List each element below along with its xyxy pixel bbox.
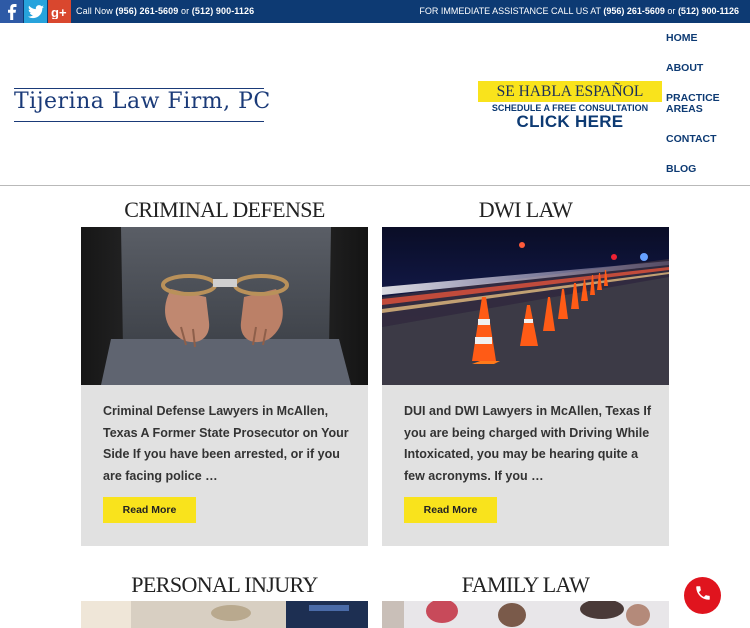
top-bar: g+ Call Now (956) 261-5609 or (512) 900-… — [0, 0, 750, 23]
card-body-dwi-law: DUI and DWI Lawyers in McAllen, Texas If… — [382, 385, 669, 546]
card-excerpt: Criminal Defense Lawyers in McAllen, Tex… — [103, 404, 349, 483]
assist-phone-link-1[interactable]: (956) 261-5609 — [603, 6, 665, 16]
card-excerpt: DUI and DWI Lawyers in McAllen, Texas If… — [404, 404, 652, 483]
read-more-button[interactable]: Read More — [103, 497, 196, 523]
call-now-label: Call Now — [76, 6, 116, 16]
phone-link-1[interactable]: (956) 261-5609 — [115, 6, 178, 16]
call-button[interactable] — [684, 577, 721, 614]
card-body-criminal-defense: Criminal Defense Lawyers in McAllen, Tex… — [81, 385, 368, 546]
card-title-family-law[interactable]: FAMILY LAW — [382, 572, 669, 598]
card-title-dwi-law[interactable]: DWI LAW — [382, 197, 669, 223]
logo-rule-bottom — [14, 121, 264, 122]
click-here-link[interactable]: CLICK HERE — [478, 112, 662, 132]
card-title-personal-injury[interactable]: PERSONAL INJURY — [81, 572, 368, 598]
google-plus-icon[interactable]: g+ — [48, 0, 71, 23]
card-title-criminal-defense[interactable]: CRIMINAL DEFENSE — [81, 197, 368, 223]
nav-contact[interactable]: CONTACT — [666, 134, 717, 145]
or-text: or — [664, 6, 678, 16]
nav-practice-label-2: AREAS — [666, 103, 703, 115]
or-text: or — [178, 6, 192, 16]
nav-blog[interactable]: BLOG — [666, 164, 696, 175]
assistance-label: FOR IMMEDIATE ASSISTANCE CALL US AT — [419, 6, 604, 16]
traffic-cones-image[interactable] — [382, 227, 669, 385]
phone-icon — [694, 584, 712, 607]
site-logo[interactable]: Tijerina Law Firm, PC — [14, 89, 270, 114]
assistance-text: FOR IMMEDIATE ASSISTANCE CALL US AT (956… — [419, 6, 739, 16]
family-law-image[interactable] — [382, 601, 669, 628]
facebook-icon[interactable] — [0, 0, 23, 23]
call-now-text: Call Now (956) 261-5609 or (512) 900-112… — [76, 6, 254, 16]
spanish-banner: SE HABLA ESPAÑOL — [478, 81, 662, 102]
nav-home[interactable]: HOME — [666, 33, 698, 44]
assist-phone-link-2[interactable]: (512) 900-1126 — [678, 6, 739, 16]
nav-about[interactable]: ABOUT — [666, 63, 703, 74]
read-more-button[interactable]: Read More — [404, 497, 497, 523]
site-header: Tijerina Law Firm, PC SE HABLA ESPAÑOL S… — [0, 23, 750, 186]
handcuffs-image[interactable] — [81, 227, 368, 385]
twitter-icon[interactable] — [24, 0, 47, 23]
nav-practice-areas[interactable]: PRACTICE AREAS — [666, 93, 720, 115]
personal-injury-image[interactable] — [81, 601, 368, 628]
phone-link-2[interactable]: (512) 900-1126 — [192, 6, 254, 16]
svg-text:g+: g+ — [51, 5, 67, 19]
